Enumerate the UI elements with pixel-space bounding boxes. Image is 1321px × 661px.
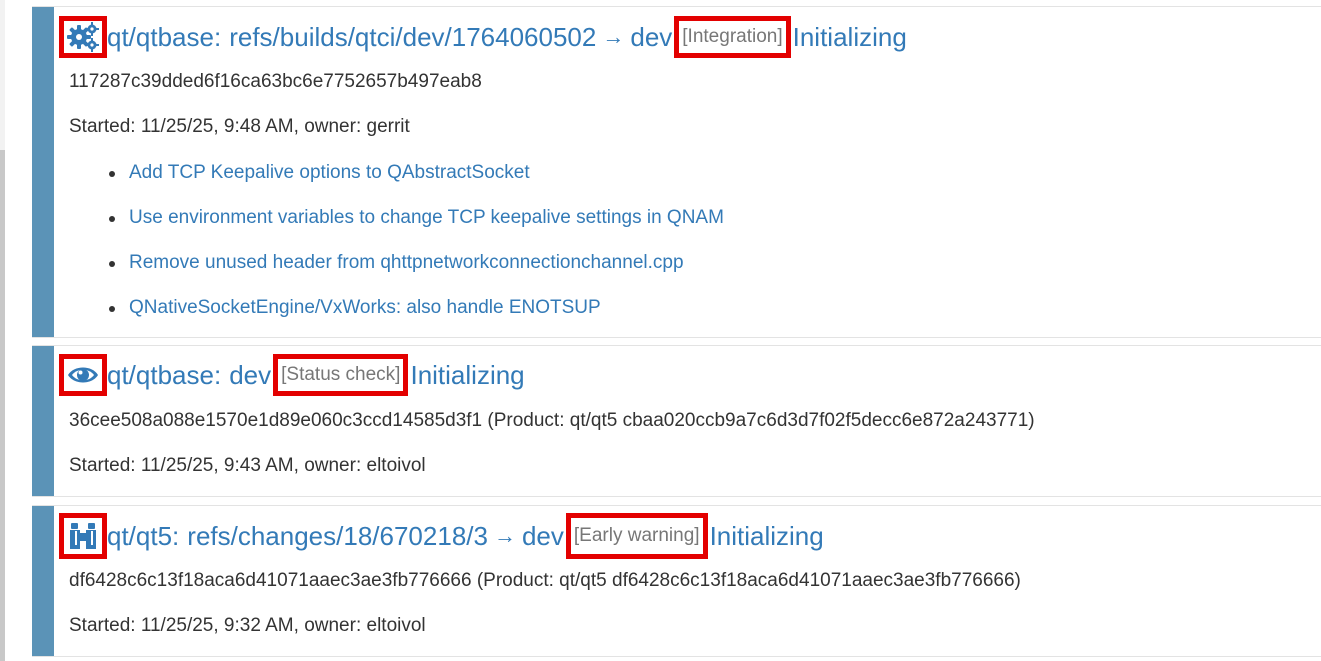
- card-title-row: qt/qtbase: dev [Status check] Initializi…: [59, 354, 525, 396]
- ref-link[interactable]: refs/changes/18/670218/3: [187, 521, 488, 551]
- change-link[interactable]: QNativeSocketEngine/VxWorks: also handle…: [129, 297, 601, 318]
- eye-icon: [68, 367, 98, 383]
- card-title-row: qt/qt5: refs/changes/18/670218/3 → dev […: [59, 513, 824, 559]
- sha-line: 36cee508a088e1570e1d89e060c3ccd14585d3f1…: [69, 410, 1035, 431]
- project-link[interactable]: qt/qtbase:: [107, 22, 221, 52]
- type-badge: [Status check]: [281, 364, 401, 385]
- icon-highlight-box: [59, 354, 107, 396]
- started-line: Started: 11/25/25, 9:32 AM, owner: eltoi…: [69, 615, 426, 636]
- gears-icon: [67, 22, 99, 52]
- change-link[interactable]: Use environment variables to change TCP …: [129, 207, 724, 228]
- arrow-icon: →: [493, 523, 516, 548]
- scrollbar-thumb[interactable]: [0, 150, 5, 661]
- list-item: Remove unused header from qhttpnetworkco…: [109, 251, 724, 296]
- sha-line: 117287c39dded6f16ca63bc6e7752657b497eab8: [69, 71, 482, 92]
- started-line: Started: 11/25/25, 9:48 AM, owner: gerri…: [69, 116, 410, 137]
- type-badge: [Early warning]: [573, 525, 700, 546]
- list-item: Use environment variables to change TCP …: [109, 206, 724, 251]
- list-item: QNativeSocketEngine/VxWorks: also handle…: [109, 296, 724, 341]
- badge-highlight-box: [Integration]: [674, 16, 791, 58]
- type-badge: [Integration]: [682, 26, 783, 47]
- ref-link[interactable]: refs/builds/qtci/dev/1764060502: [229, 22, 596, 52]
- list-item: Add TCP Keepalive options to QAbstractSo…: [109, 161, 724, 206]
- badge-highlight-box: [Status check]: [273, 354, 409, 396]
- change-link[interactable]: Add TCP Keepalive options to QAbstractSo…: [129, 162, 530, 183]
- card-stripe: [32, 506, 54, 656]
- status-link[interactable]: Initializing: [710, 521, 824, 551]
- binoculars-icon: [70, 523, 96, 549]
- sha-line: df6428c6c13f18aca6d41071aaec3ae3fb776666…: [69, 570, 1021, 591]
- ref-link[interactable]: dev: [229, 360, 271, 390]
- target-branch-link[interactable]: dev: [630, 22, 672, 52]
- card-stripe: [32, 7, 54, 337]
- status-link[interactable]: Initializing: [410, 360, 524, 390]
- arrow-icon: →: [602, 24, 625, 49]
- status-link[interactable]: Initializing: [793, 22, 907, 52]
- build-card-integration: qt/qtbase: refs/builds/qtci/dev/17640605…: [32, 6, 1321, 338]
- card-stripe: [32, 346, 54, 496]
- icon-highlight-box: [59, 16, 107, 58]
- project-link[interactable]: qt/qt5:: [107, 521, 179, 551]
- card-title-row: qt/qtbase: refs/builds/qtci/dev/17640605…: [59, 16, 907, 58]
- change-list: Add TCP Keepalive options to QAbstractSo…: [69, 161, 724, 341]
- target-branch-link[interactable]: dev: [522, 521, 564, 551]
- badge-highlight-box: [Early warning]: [565, 513, 708, 559]
- icon-highlight-box: [59, 513, 107, 559]
- change-link[interactable]: Remove unused header from qhttpnetworkco…: [129, 252, 684, 273]
- scrollbar-track[interactable]: [0, 0, 5, 150]
- build-card-status-check: qt/qtbase: dev [Status check] Initializi…: [32, 345, 1321, 497]
- started-line: Started: 11/25/25, 9:43 AM, owner: eltoi…: [69, 455, 426, 476]
- project-link[interactable]: qt/qtbase:: [107, 360, 221, 390]
- build-card-early-warning: qt/qt5: refs/changes/18/670218/3 → dev […: [32, 505, 1321, 657]
